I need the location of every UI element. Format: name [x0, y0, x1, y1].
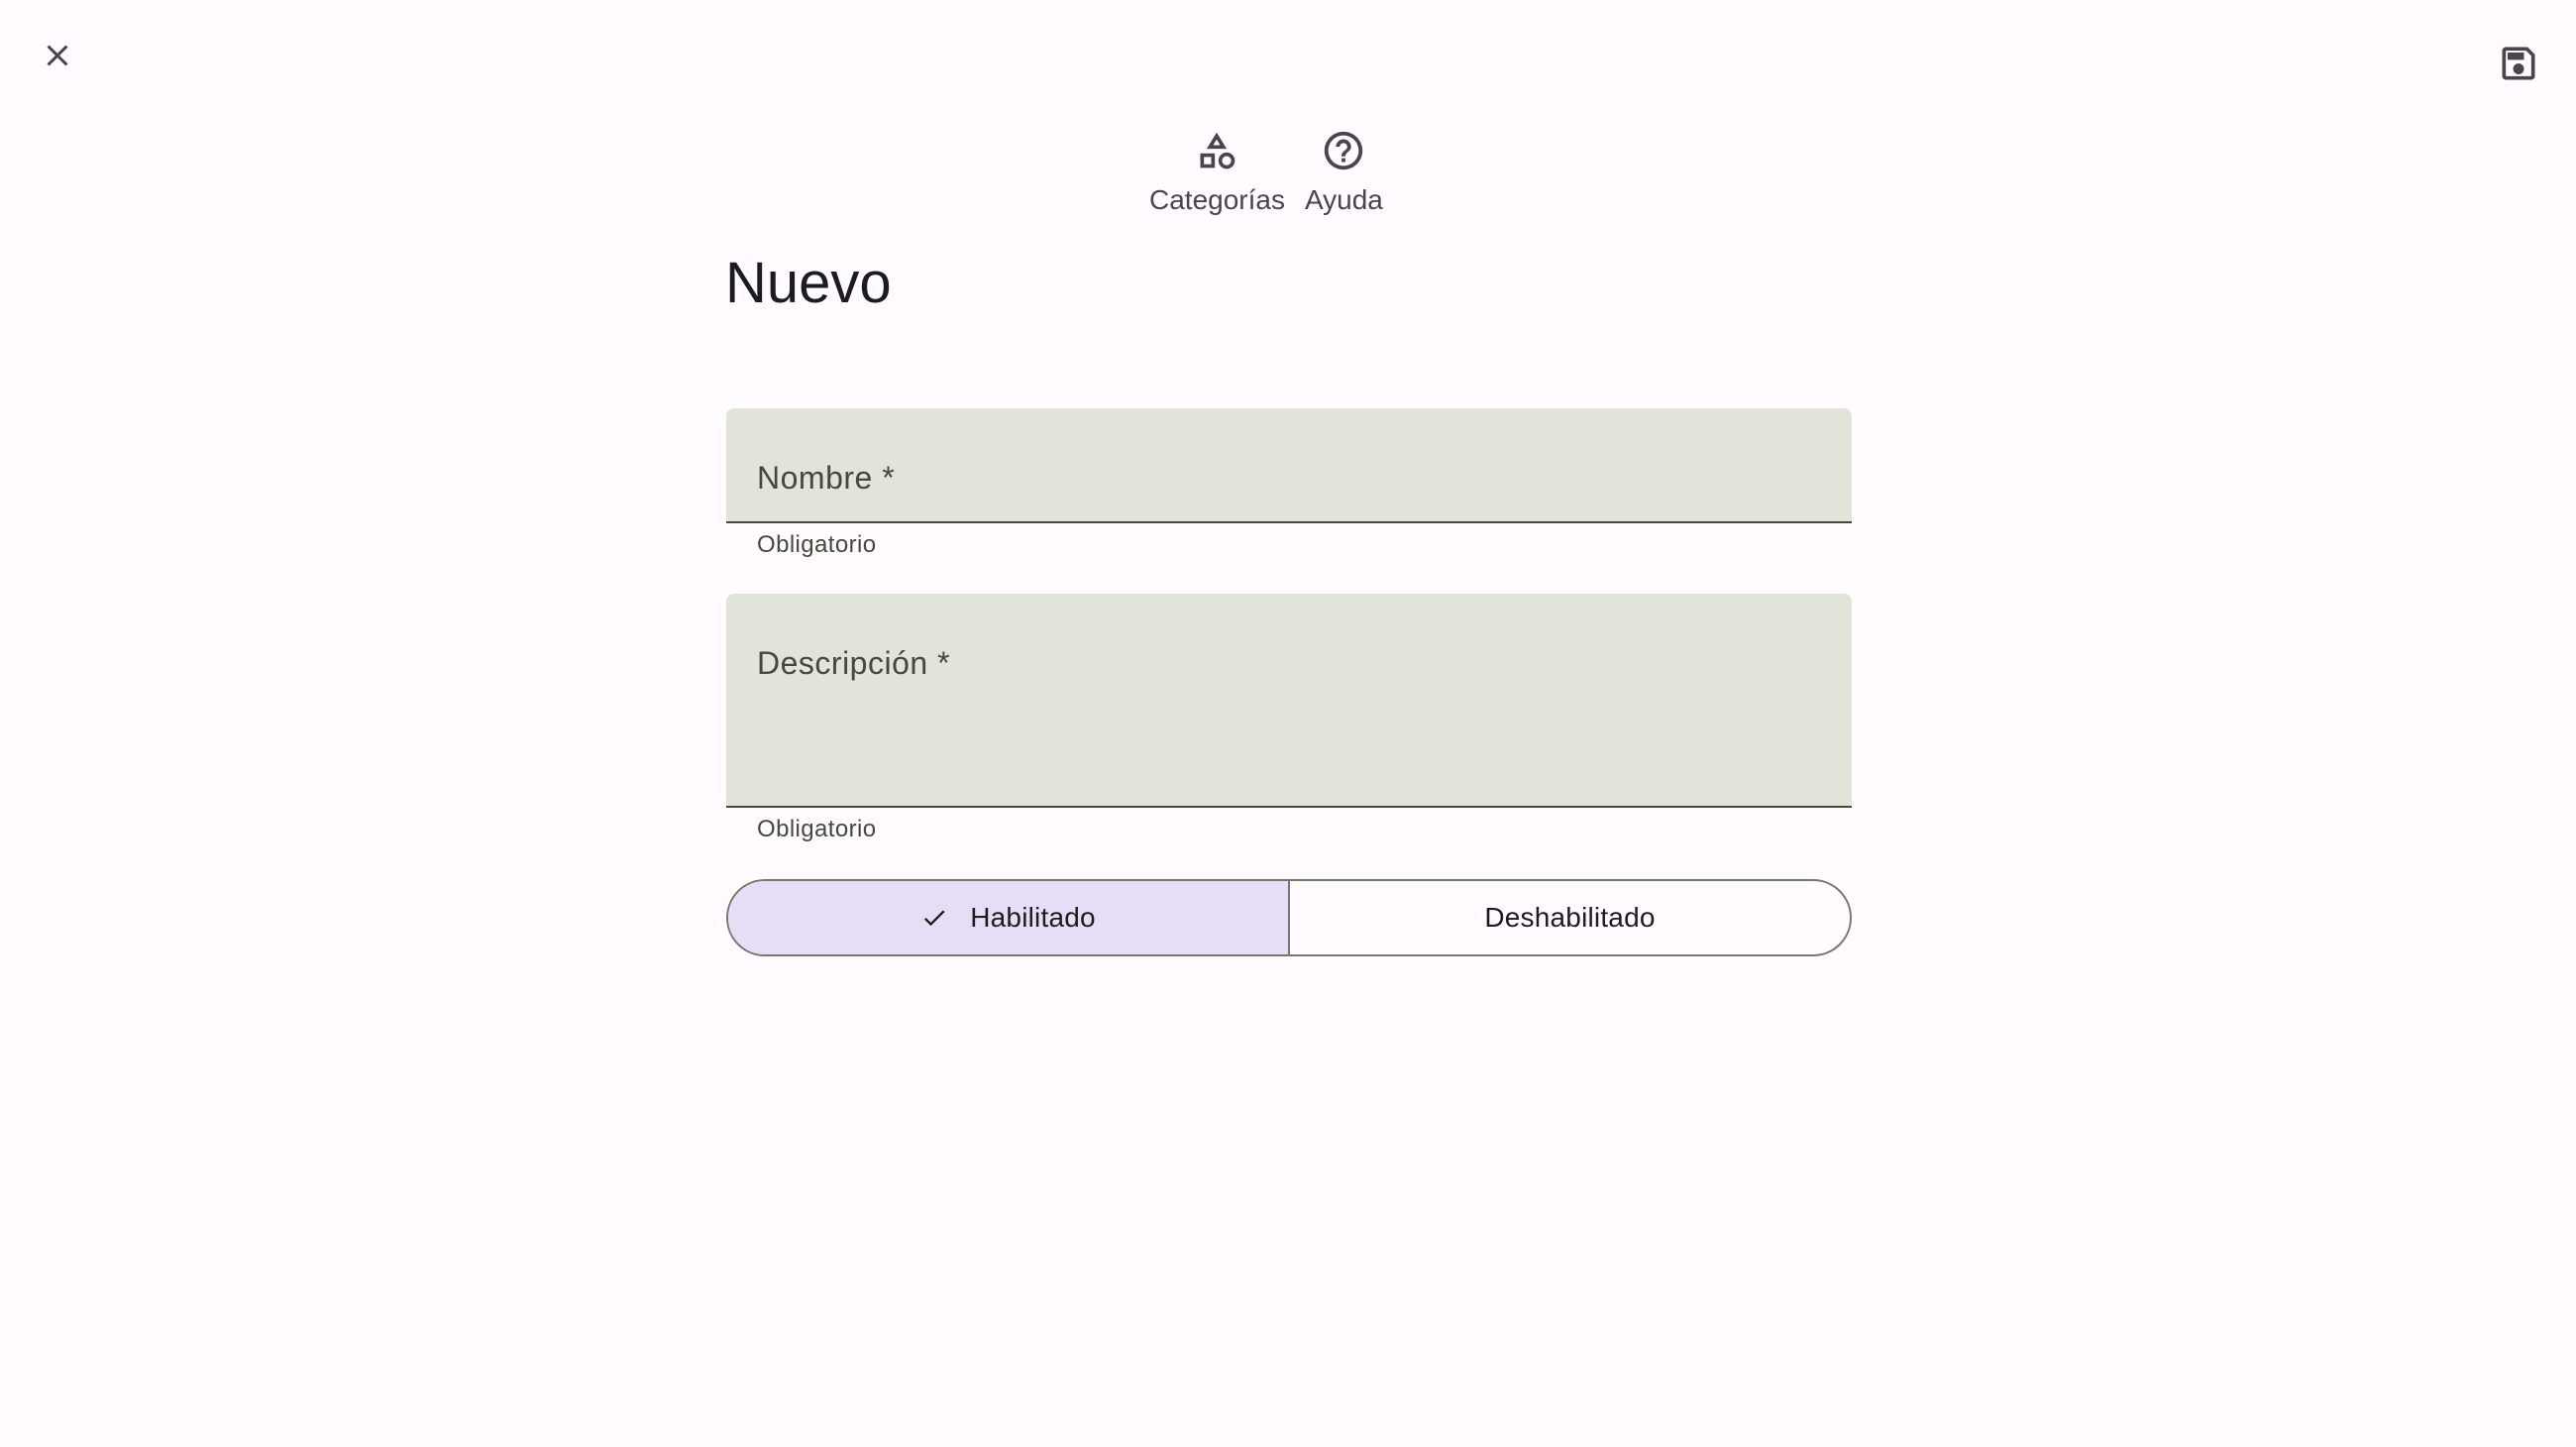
nav-item-ayuda[interactable]: Ayuda [1305, 127, 1383, 218]
descripcion-label: Descripción * [757, 645, 951, 681]
segment-deshabilitado[interactable]: Deshabilitado [1288, 881, 1850, 954]
top-navigation: Categorías Ayuda [1149, 127, 1383, 218]
nombre-helper-text: Obligatorio [757, 531, 877, 558]
nav-label-categorias: Categorías [1149, 184, 1285, 215]
page-title: Nuevo [725, 251, 892, 315]
save-button[interactable] [2481, 26, 2556, 101]
nav-item-categorias[interactable]: Categorías [1149, 127, 1285, 218]
descripcion-field: Descripción * Obligatorio [726, 594, 1852, 843]
segment-habilitado-label: Habilitado [970, 902, 1096, 933]
check-icon [924, 910, 945, 927]
nombre-input[interactable] [757, 473, 1821, 511]
descripcion-input[interactable] [757, 757, 1821, 796]
segment-habilitado[interactable]: Habilitado [728, 881, 1288, 954]
help-circle-icon [1325, 131, 1363, 170]
category-shapes-icon [1200, 132, 1235, 169]
descripcion-input-container[interactable]: Descripción * [726, 594, 1852, 808]
nav-label-ayuda: Ayuda [1304, 184, 1383, 215]
save-icon [2502, 47, 2535, 80]
close-icon [47, 45, 68, 66]
nombre-field: Nombre * Obligatorio [726, 408, 1852, 559]
nombre-input-container[interactable]: Nombre * [726, 408, 1852, 523]
close-button[interactable] [20, 18, 95, 93]
segment-deshabilitado-label: Deshabilitado [1484, 902, 1656, 933]
descripcion-helper-text: Obligatorio [757, 816, 877, 842]
status-segmented-button: Habilitado Deshabilitado [726, 879, 1852, 956]
